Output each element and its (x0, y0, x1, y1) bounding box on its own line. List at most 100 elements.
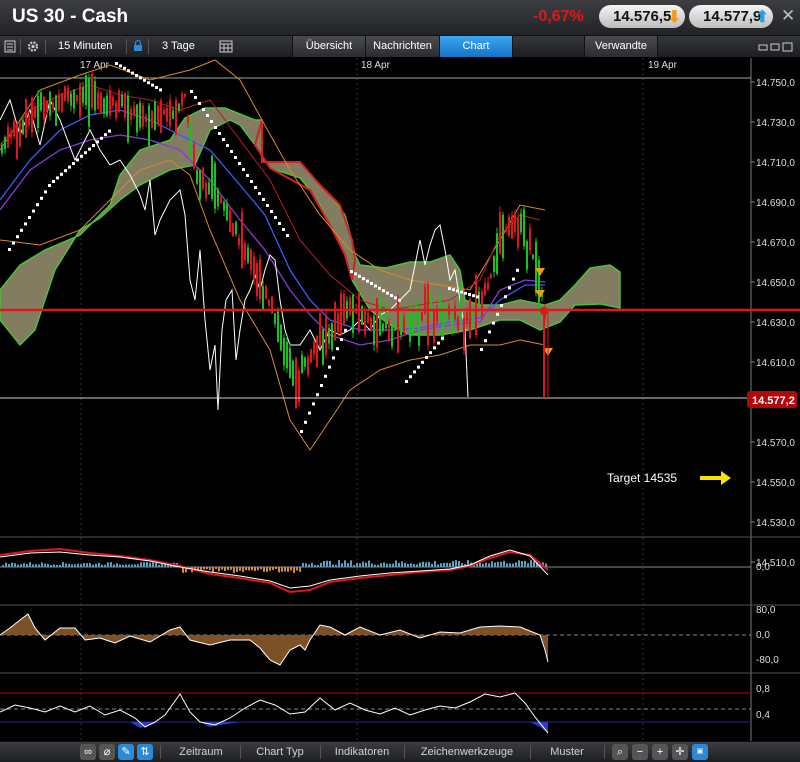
candle-body (187, 116, 189, 123)
sar-dot (155, 86, 158, 89)
fullscreen-icon[interactable]: ▣ (692, 744, 708, 760)
zeichenwerkzeuge-button[interactable]: Zeichenwerkzeuge (408, 742, 526, 762)
macd-bar (14, 563, 16, 567)
lock-icon[interactable] (133, 36, 143, 57)
macd-bar (455, 560, 457, 567)
list-icon[interactable] (4, 36, 18, 57)
date-label: 18 Apr (361, 60, 391, 71)
macd-bar (59, 564, 61, 567)
sar-dot (504, 295, 507, 299)
zeitraum-button[interactable]: Zeitraum (165, 742, 237, 762)
macd-bar (437, 564, 439, 567)
sar-dot (123, 66, 126, 70)
candle-body (100, 92, 102, 114)
link-icon[interactable]: ∞ (80, 744, 96, 760)
pencil-icon[interactable]: ✎ (118, 744, 134, 760)
macd-bar (2, 564, 4, 567)
candle-body (451, 313, 453, 332)
macd-bar (332, 564, 334, 567)
candle-body (241, 211, 243, 269)
gear-icon[interactable] (26, 36, 40, 57)
crosshair-icon[interactable]: ✛ (672, 744, 688, 760)
candle-body (277, 311, 279, 342)
macd-bar (449, 563, 451, 567)
sar-dot (159, 88, 162, 92)
zoom-out-icon[interactable]: − (632, 744, 648, 760)
macd-bar (314, 564, 316, 567)
macd-bar (5, 562, 7, 567)
sar-dot (328, 365, 331, 369)
bid-price-button[interactable]: 14.576,5 ⬇ (599, 5, 685, 28)
window-controls[interactable] (758, 36, 796, 57)
candle-body (373, 315, 375, 346)
candle-body (184, 93, 186, 97)
candle-body (520, 213, 522, 233)
sar-dot (362, 277, 365, 281)
candle-body (352, 294, 354, 334)
search-icon[interactable]: ⌕ (612, 744, 628, 760)
zoom-in-icon[interactable]: + (652, 744, 668, 760)
tab-chart[interactable]: Chart (439, 36, 513, 57)
candle-body (166, 107, 168, 122)
sar-dot (242, 168, 245, 171)
candle-body (268, 300, 270, 306)
macd-bar (371, 563, 373, 567)
indikatoren-button[interactable]: Indikatoren (324, 742, 400, 762)
sar-dot (131, 71, 134, 75)
candle-body (469, 298, 471, 339)
macd-bar (485, 562, 487, 567)
candle-body (136, 104, 138, 133)
tab-nachrichten[interactable]: Nachrichten (365, 36, 440, 57)
macd-bar (392, 563, 394, 567)
calendar-icon[interactable] (219, 36, 233, 57)
tab-verwandte[interactable]: Verwandte (584, 36, 658, 57)
macd-bar (419, 562, 421, 567)
macd-bar (224, 567, 226, 571)
candle-body (97, 92, 99, 110)
interval-select[interactable]: 15 Minuten (58, 36, 122, 57)
macd-bar (62, 562, 64, 567)
macd-bar (89, 563, 91, 567)
macd-bar (254, 567, 256, 571)
sar-dot (409, 375, 412, 379)
macd-bar (359, 563, 361, 567)
macd-bar (494, 562, 496, 567)
macd-bar (239, 567, 241, 571)
range-select[interactable]: 3 Tage (162, 36, 212, 57)
macd-bar (23, 563, 25, 567)
macd-bar (131, 564, 133, 567)
ask-price-button[interactable]: 14.577,9 ⬆ (689, 5, 773, 28)
sar-dot (300, 430, 303, 433)
tab-uebersicht[interactable]: Übersicht (292, 36, 366, 57)
candle-body (367, 312, 369, 324)
candle-body (148, 105, 150, 147)
muster-button[interactable]: Muster (534, 742, 600, 762)
candle-body (316, 336, 318, 367)
chart-canvas[interactable]: 17 Apr 18 Apr 19 Apr Target 14535 14.750… (0, 58, 800, 741)
candle-body (436, 309, 438, 322)
sar-dot (218, 132, 221, 135)
sar-dot (76, 158, 79, 162)
macd-bar (272, 567, 274, 571)
macd-bar (317, 564, 319, 567)
macd-bar (86, 563, 88, 567)
cancel-icon[interactable]: ⌀ (99, 744, 115, 760)
candle-body (235, 222, 237, 234)
macd-bar (212, 567, 214, 573)
sar-dot (382, 289, 385, 293)
candle-body (202, 167, 204, 189)
macd-bar (524, 560, 526, 567)
macd-bar (47, 563, 49, 567)
candle-body (406, 316, 408, 322)
macd-bar (32, 564, 34, 567)
candle-body (91, 73, 93, 109)
candle-body (370, 317, 372, 331)
scroll-icon[interactable]: ⇅ (137, 744, 153, 760)
sar-dot (266, 204, 269, 207)
macd-bar (497, 561, 499, 567)
candle-body (115, 102, 117, 118)
cci-tick: 80,0 (756, 605, 776, 616)
close-icon[interactable]: ✕ (781, 6, 795, 26)
macd-bar (287, 567, 289, 572)
chart-type-button[interactable]: Chart Typ (244, 742, 316, 762)
